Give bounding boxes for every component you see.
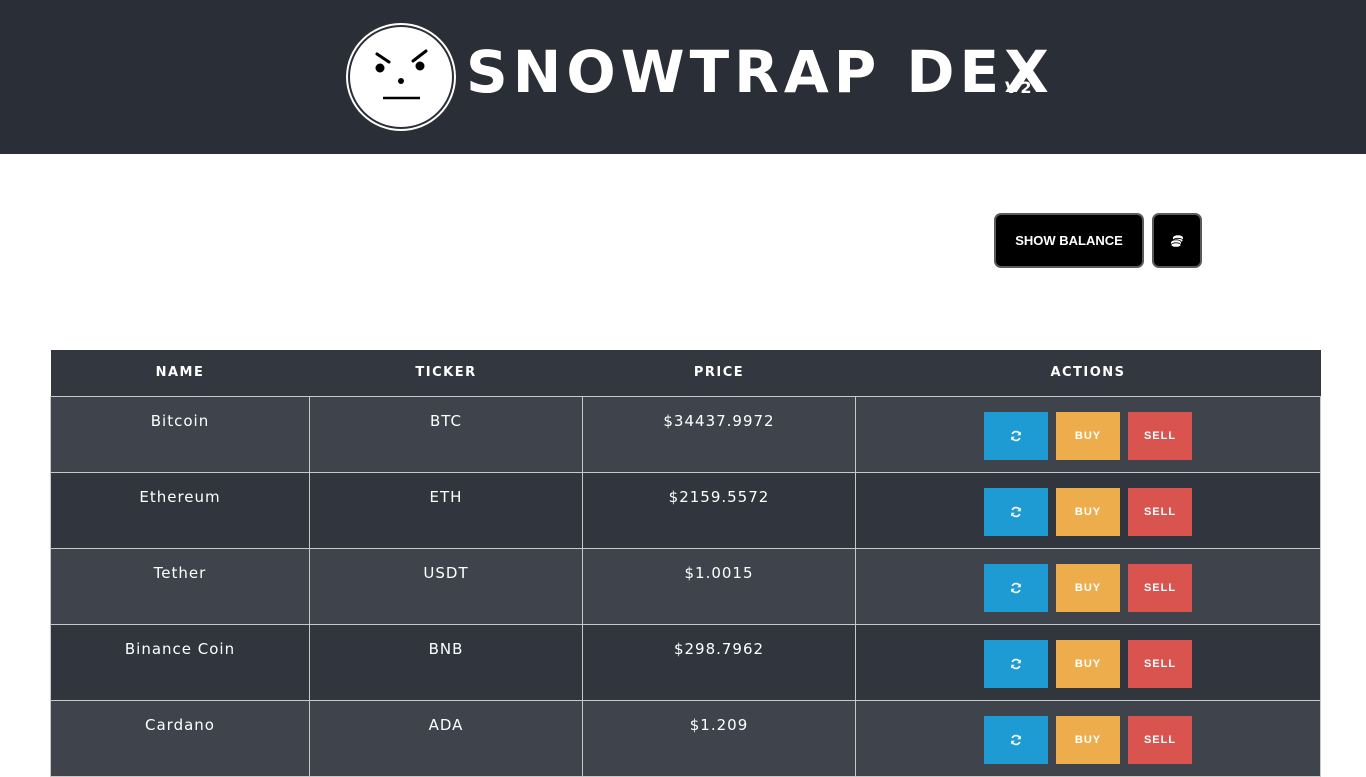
coins-icon: [1170, 234, 1184, 248]
page-header: SNOWTRAP DEX V2: [0, 0, 1366, 154]
cell-price: $1.209: [582, 699, 856, 777]
cell-actions: BUY SELL: [855, 699, 1321, 777]
refresh-icon: [1011, 582, 1021, 593]
sell-button[interactable]: SELL: [1128, 715, 1192, 764]
table-row: Bitcoin BTC $34437.9972 BUY SELL: [50, 395, 1321, 473]
refresh-icon: [1011, 658, 1021, 669]
table-row: Tether USDT $1.0015 BUY SELL: [50, 547, 1321, 625]
cell-ticker: ETH: [309, 471, 583, 549]
refresh-icon: [1011, 734, 1021, 745]
cell-price: $298.7962: [582, 623, 856, 701]
cell-price: $2159.5572: [582, 471, 856, 549]
cell-name: Cardano: [50, 699, 310, 777]
cell-name: Bitcoin: [50, 395, 310, 473]
logo: [348, 25, 454, 129]
refresh-icon: [1011, 506, 1021, 517]
table-row: Ethereum ETH $2159.5572 BUY SELL: [50, 471, 1321, 549]
column-header-price: PRICE: [582, 350, 856, 396]
column-header-actions: ACTIONS: [855, 350, 1321, 396]
cell-actions: BUY SELL: [855, 471, 1321, 549]
cell-actions: BUY SELL: [855, 623, 1321, 701]
cell-ticker: ADA: [309, 699, 583, 777]
refresh-button[interactable]: [984, 487, 1048, 536]
refresh-button[interactable]: [984, 563, 1048, 612]
app-title: SNOWTRAP DEX: [466, 38, 1054, 106]
table-row: Binance Coin BNB $298.7962 BUY SELL: [50, 623, 1321, 701]
cell-name: Binance Coin: [50, 623, 310, 701]
crypto-table: NAME TICKER PRICE ACTIONS Bitcoin BTC $344…: [50, 350, 1321, 777]
sell-button[interactable]: SELL: [1128, 487, 1192, 536]
buy-button[interactable]: BUY: [1056, 411, 1120, 460]
cell-ticker: BNB: [309, 623, 583, 701]
cell-ticker: USDT: [309, 547, 583, 625]
cell-actions: BUY SELL: [855, 395, 1321, 473]
refresh-icon: [1011, 430, 1021, 441]
angry-face-icon: [375, 49, 428, 100]
refresh-button[interactable]: [984, 639, 1048, 688]
buy-button[interactable]: BUY: [1056, 563, 1120, 612]
table-header-row: NAME TICKER PRICE ACTIONS: [50, 350, 1321, 396]
column-header-name: NAME: [50, 350, 310, 396]
sell-button[interactable]: SELL: [1128, 411, 1192, 460]
show-balance-button[interactable]: SHOW BALANCE: [994, 213, 1144, 268]
table-row: Cardano ADA $1.209 BUY SELL: [50, 699, 1321, 777]
buy-button[interactable]: BUY: [1056, 639, 1120, 688]
cell-price: $1.0015: [582, 547, 856, 625]
column-header-ticker: TICKER: [309, 350, 583, 396]
cell-name: Ethereum: [50, 471, 310, 549]
cell-name: Tether: [50, 547, 310, 625]
sell-button[interactable]: SELL: [1128, 563, 1192, 612]
buy-button[interactable]: BUY: [1056, 487, 1120, 536]
coins-button[interactable]: [1152, 213, 1202, 268]
cell-price: $34437.9972: [582, 395, 856, 473]
refresh-button[interactable]: [984, 411, 1048, 460]
app-version: V2: [1005, 78, 1035, 97]
cell-ticker: BTC: [309, 395, 583, 473]
refresh-button[interactable]: [984, 715, 1048, 764]
sell-button[interactable]: SELL: [1128, 639, 1192, 688]
cell-actions: BUY SELL: [855, 547, 1321, 625]
buy-button[interactable]: BUY: [1056, 715, 1120, 764]
